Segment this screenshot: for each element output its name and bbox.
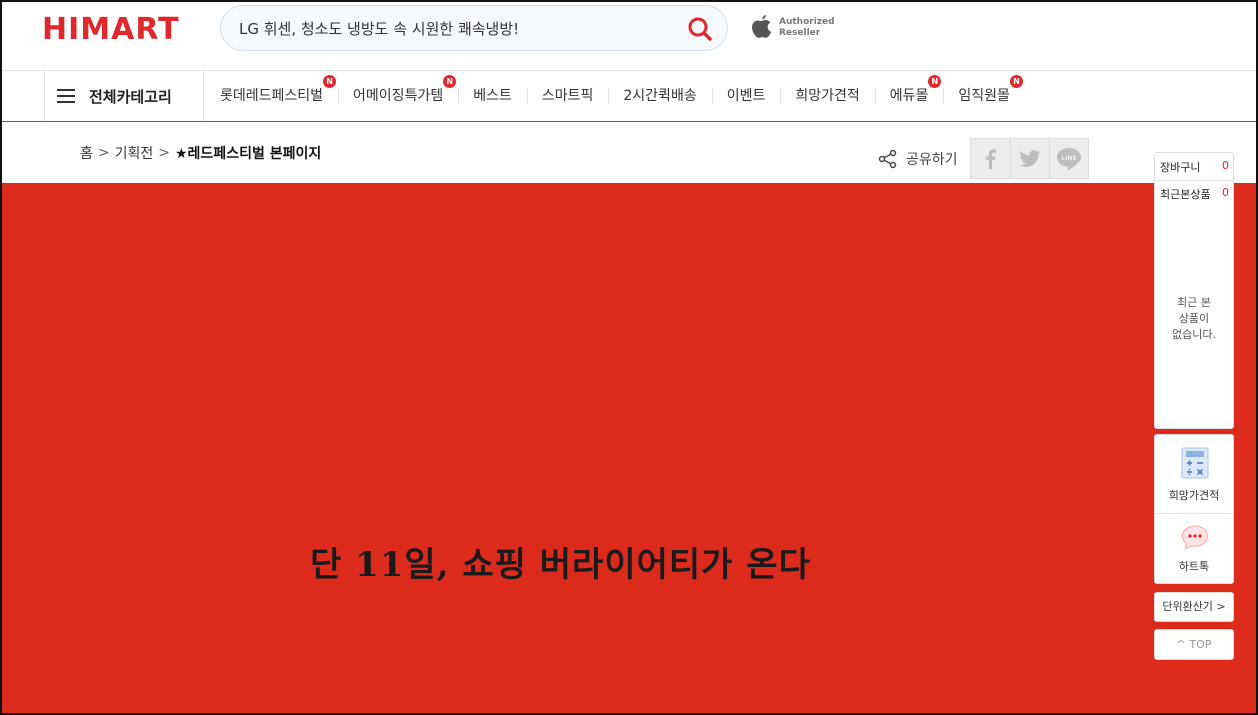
- chevron-right-icon: >: [1216, 600, 1226, 613]
- facebook-icon[interactable]: [971, 139, 1010, 178]
- search-bar: [220, 5, 728, 51]
- unit-converter-button[interactable]: 단위환산기 >: [1154, 592, 1234, 622]
- share-button[interactable]: 공유하기: [878, 149, 958, 169]
- himart-logo[interactable]: HIMART: [42, 12, 180, 47]
- sns-buttons: LINE: [970, 138, 1089, 179]
- nav-item-label: 스마트픽: [541, 88, 594, 104]
- chevron-up-icon: ^: [1176, 638, 1190, 651]
- nav-item-label: 에듀몰: [889, 88, 929, 104]
- nav-item-event[interactable]: 이벤트: [711, 71, 781, 121]
- cart-count: 0: [1222, 159, 1229, 172]
- nav-item-employee-mall[interactable]: 임직원몰 N: [943, 71, 1025, 121]
- breadcrumb-level1[interactable]: 기획전: [115, 143, 154, 163]
- browser-page: HIMART Authorized Reseller 전체카테고리: [0, 0, 1258, 715]
- recent-empty-line1: 최근 본: [1177, 296, 1211, 309]
- price-quote-label: 희망가견적: [1168, 489, 1220, 502]
- recent-empty-line3: 없습니다.: [1172, 328, 1216, 341]
- nav-item-price-quote[interactable]: 희망가견적: [780, 71, 874, 121]
- main-nav: 전체카테고리 롯데레드페스티벌 N 어메이징특가템 N 베스트 스마트픽 2시간…: [2, 71, 1256, 122]
- nav-item-label: 희망가견적: [795, 88, 860, 104]
- chat-bubble-icon: [1181, 525, 1209, 550]
- recent-empty-message: 최근 본 상품이 없습니다.: [1155, 295, 1233, 343]
- heart-talk-label: 하트톡: [1178, 560, 1210, 573]
- nav-item-label: 2시간퀵배송: [623, 88, 697, 104]
- side-quick-panel: 장바구니 0 최근본상품 0 최근 본 상품이 없습니다. 희망가견적 하트톡 …: [1154, 152, 1234, 660]
- recent-products: 최근본상품 0 최근 본 상품이 없습니다.: [1155, 180, 1233, 428]
- nav-item-red-festival[interactable]: 롯데레드페스티벌 N: [205, 71, 338, 121]
- nav-item-label: 어메이징특가템: [353, 88, 444, 104]
- line-logo-text: LINE: [1061, 155, 1076, 162]
- all-category-button[interactable]: 전체카테고리: [44, 71, 204, 121]
- quick-tools: 희망가견적 하트톡: [1154, 434, 1234, 584]
- cart-recent-box: 장바구니 0 최근본상품 0 최근 본 상품이 없습니다.: [1154, 152, 1234, 429]
- nav-menu: 롯데레드페스티벌 N 어메이징특가템 N 베스트 스마트픽 2시간퀵배송 이벤트…: [205, 71, 1025, 121]
- nav-item-edu-mall[interactable]: 에듀몰 N: [874, 71, 944, 121]
- apple-logo-icon: [746, 12, 776, 44]
- reseller-line1: Authorized: [779, 17, 835, 27]
- hero-banner: 단 11일, 쇼핑 버라이어티가 온다: [2, 183, 1256, 713]
- hero-headline: 단 11일, 쇼핑 버라이어티가 온다: [310, 545, 811, 585]
- nav-item-label: 베스트: [473, 88, 512, 104]
- nav-item-quick-delivery[interactable]: 2시간퀵배송: [608, 71, 711, 121]
- breadcrumb-row: 홈 > 기획전 > ★레드페스티벌 본페이지 공유하기 LINE: [2, 123, 1256, 183]
- cart-label: 장바구니: [1160, 161, 1201, 174]
- chevron-right-icon: >: [158, 145, 170, 161]
- line-icon[interactable]: LINE: [1049, 139, 1088, 178]
- heart-talk-button[interactable]: 하트톡: [1155, 513, 1233, 583]
- cart-link[interactable]: 장바구니 0: [1155, 153, 1233, 180]
- new-badge: N: [323, 75, 337, 88]
- nav-item-label: 롯데레드페스티벌: [220, 88, 324, 104]
- reseller-line2: Reseller: [779, 28, 821, 38]
- nav-item-amazing-deals[interactable]: 어메이징특가템 N: [338, 71, 458, 121]
- recent-empty-line2: 상품이: [1178, 312, 1210, 325]
- breadcrumb-home[interactable]: 홈: [80, 143, 93, 163]
- new-badge: N: [928, 75, 942, 88]
- nav-item-label: 이벤트: [726, 88, 766, 104]
- nav-item-best[interactable]: 베스트: [458, 71, 527, 121]
- nav-item-label: 임직원몰: [958, 88, 1010, 104]
- nav-item-smart-pick[interactable]: 스마트픽: [526, 71, 609, 121]
- menu-icon: [57, 89, 75, 103]
- twitter-icon[interactable]: [1010, 139, 1049, 178]
- search-input[interactable]: [239, 6, 679, 50]
- breadcrumb: 홈 > 기획전 > ★레드페스티벌 본페이지: [80, 143, 321, 163]
- new-badge: N: [1009, 75, 1023, 88]
- top-label: TOP: [1189, 638, 1212, 651]
- search-icon[interactable]: [685, 14, 715, 44]
- calculator-icon: [1181, 447, 1209, 479]
- new-badge: N: [443, 75, 457, 88]
- recent-count: 0: [1222, 186, 1229, 199]
- apple-reseller-badge: Authorized Reseller: [779, 17, 835, 39]
- breadcrumb-current: ★레드페스티벌 본페이지: [175, 146, 322, 162]
- share-label: 공유하기: [906, 152, 958, 168]
- top-header: HIMART Authorized Reseller: [2, 2, 1256, 71]
- share-icon: [878, 149, 897, 169]
- price-quote-button[interactable]: 희망가견적: [1155, 435, 1233, 513]
- unit-converter-label: 단위환산기: [1162, 600, 1213, 613]
- all-category-label: 전체카테고리: [89, 88, 172, 106]
- chevron-right-icon: >: [97, 145, 110, 161]
- recent-products-link[interactable]: 최근본상품 0: [1155, 181, 1233, 202]
- recent-label: 최근본상품: [1160, 188, 1211, 201]
- scroll-top-button[interactable]: ^ TOP: [1154, 629, 1234, 660]
